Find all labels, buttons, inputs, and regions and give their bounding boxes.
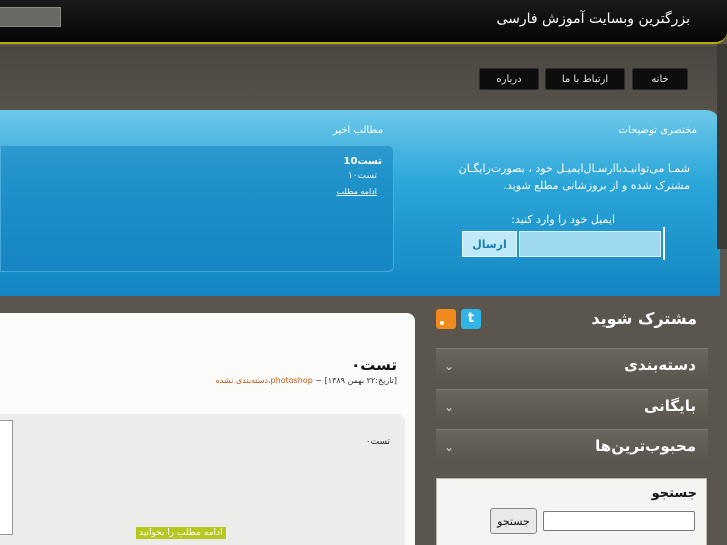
post-meta: [تاریخ:۲۲ بهمن ۱۳۸۹] ~ photoshop،دسته‌بن… <box>216 376 397 385</box>
right-edge <box>717 44 727 249</box>
sidebar-item-label: بایگانی <box>643 397 696 415</box>
meta-separator: ~ <box>315 376 323 385</box>
rss-icon[interactable] <box>436 309 456 329</box>
recent-post-more-link[interactable]: ادامه مطلب <box>337 187 377 196</box>
email-label: ایمیل خود را وارد کنید: <box>511 213 615 226</box>
sidebar-item-label: دسته‌بندی <box>624 356 696 374</box>
twitter-icon[interactable]: t <box>461 309 481 329</box>
read-more-button[interactable]: ادامه مطلب را بخوانید <box>136 527 226 539</box>
search-button[interactable]: جستجو <box>490 508 537 534</box>
sidebar-item-popular[interactable]: محبوب‌ترین‌ها ⌄ <box>436 429 708 465</box>
recent-heading: مطالب اخیر <box>332 125 383 136</box>
sidebar-item-label: محبوب‌ترین‌ها <box>595 437 696 455</box>
chevron-down-icon: ⌄ <box>444 400 455 414</box>
recent-post-subtitle: تست۱۰ <box>347 171 377 181</box>
site-title: بزرگترین وبسایت آموزش فارسی <box>496 11 690 27</box>
recent-post-title[interactable]: تست10 <box>344 156 382 167</box>
recent-posts-box <box>0 145 394 272</box>
post-body-text: تست۰ <box>365 437 390 447</box>
post-image-frame <box>0 420 13 535</box>
post-uncategorized-link[interactable]: ،دسته‌بندی نشده <box>216 376 271 385</box>
post-body <box>0 414 405 545</box>
post-title[interactable]: تست۰ <box>351 356 397 374</box>
email-divider <box>663 227 665 260</box>
summary-heading: مختصری توضیحات <box>618 125 697 136</box>
sidebar-item-categories[interactable]: دسته‌بندی ⌄ <box>436 348 708 384</box>
search-title: جستجو <box>651 486 697 501</box>
nav-home-button[interactable]: خانه <box>632 68 688 90</box>
email-input[interactable] <box>519 231 661 257</box>
sidebar-item-archive[interactable]: بایگانی ⌄ <box>436 389 708 425</box>
post-date: [تاریخ:۲۲ بهمن ۱۳۸۹] <box>324 376 397 385</box>
chevron-down-icon: ⌄ <box>444 359 455 373</box>
search-input[interactable] <box>543 511 695 531</box>
nav-contact-button[interactable]: ارتباط با ما <box>545 68 625 90</box>
top-search-input[interactable] <box>0 7 61 27</box>
newsletter-description: شمـا می‌توانیـد‌با‌ارسـال‌ایمیـل خود ، ب… <box>458 162 690 192</box>
subscribe-title: مشترک شوید <box>591 309 697 328</box>
send-button[interactable]: ارسال <box>462 231 517 257</box>
nav-about-button[interactable]: درباره <box>479 68 539 90</box>
chevron-down-icon: ⌄ <box>444 440 455 454</box>
post-category-link[interactable]: photoshop <box>271 376 313 385</box>
